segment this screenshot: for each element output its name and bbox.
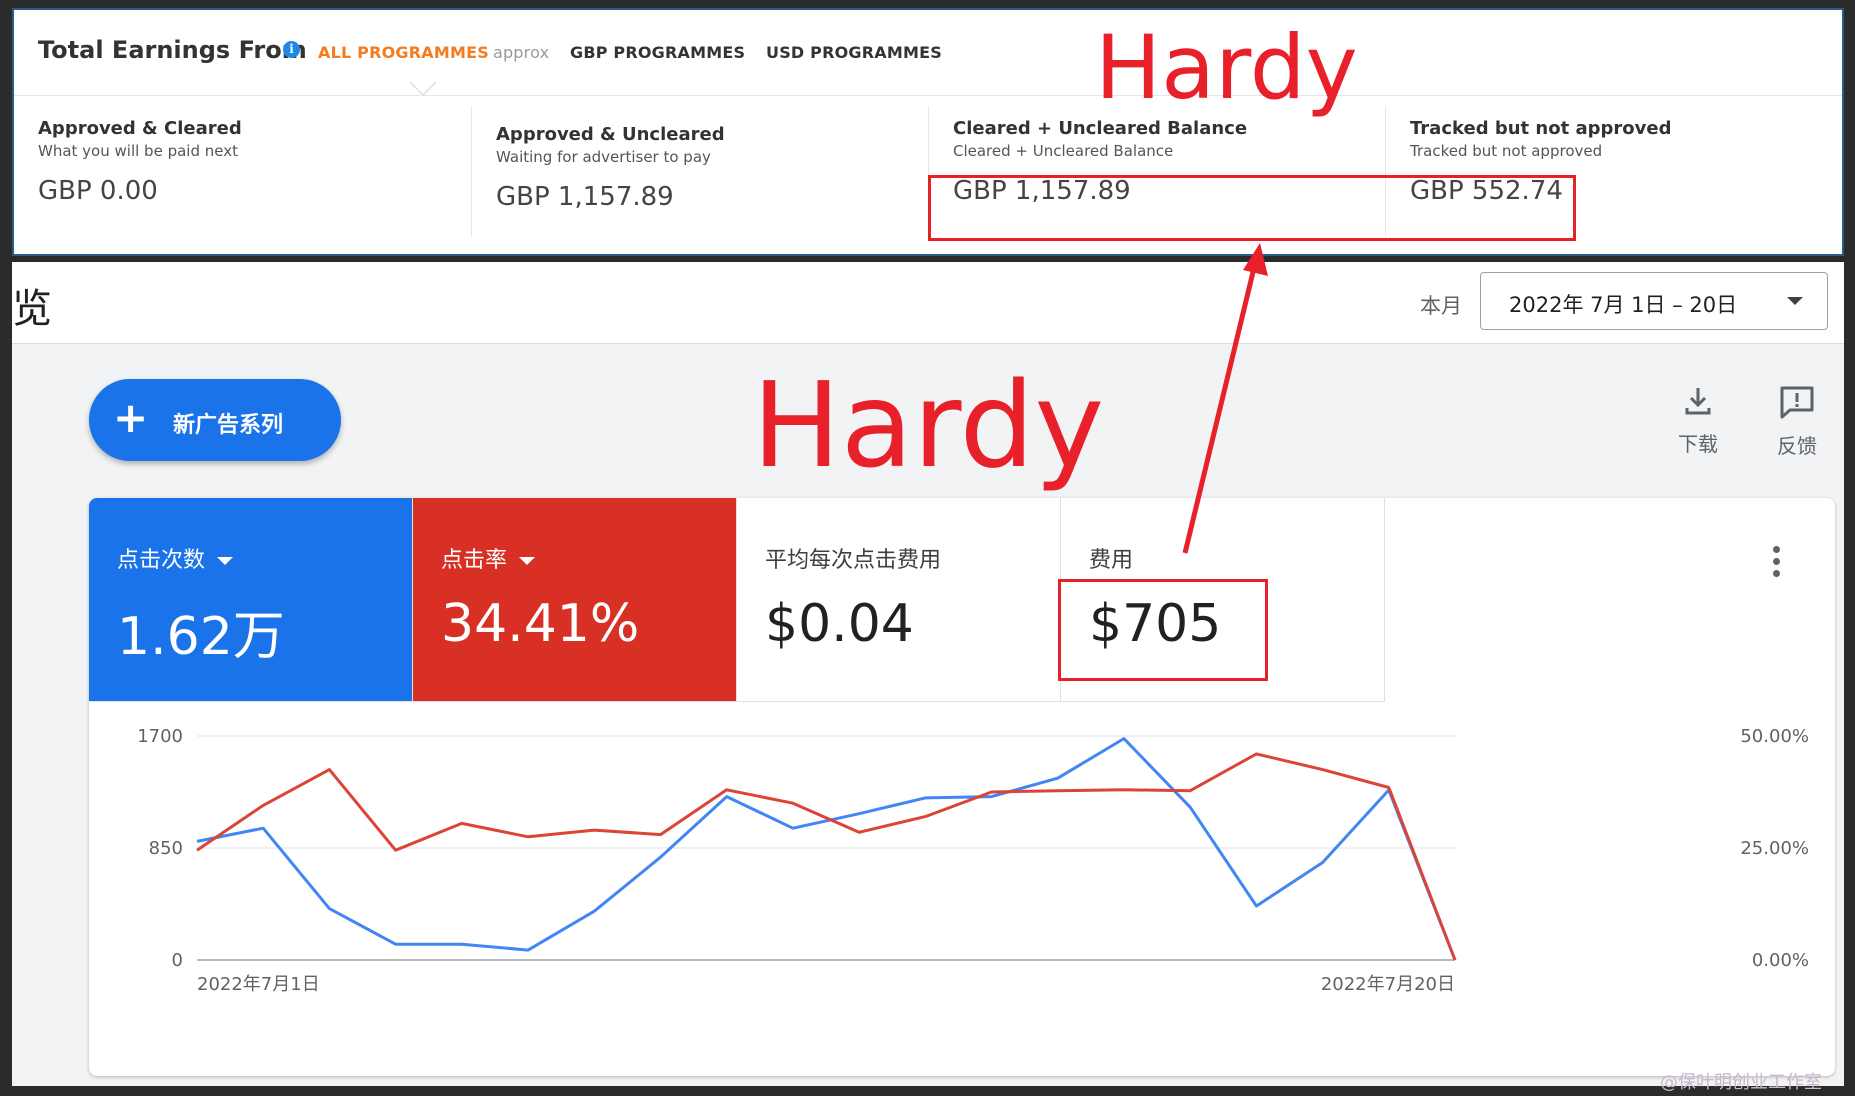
series-line-ctr: [196, 752, 1457, 961]
active-tab-caret-icon: [410, 82, 436, 96]
earnings-approved-cleared: Approved & Cleared What you will be paid…: [14, 106, 471, 236]
column-value: GBP 0.00: [38, 176, 158, 206]
annotation-label-top: Hardy: [1095, 16, 1358, 119]
metric-value: 1.62万: [117, 607, 285, 667]
column-title: Cleared + Uncleared Balance: [953, 118, 1248, 139]
earnings-title: Total Earnings From: [38, 36, 307, 64]
performance-chart: 0 850 1700 0.00% 25.00% 50.00% 2022年7月1日 2022年7…: [137, 726, 1809, 995]
metric-clicks[interactable]: 点击次数 1.62万: [89, 498, 413, 702]
y-tick-label-left: 850: [149, 838, 183, 859]
date-range-select[interactable]: 2022年 7月 1日 – 20日: [1480, 272, 1828, 330]
metric-name: 平均每次点击费用: [765, 548, 942, 573]
performance-card: 点击次数 1.62万 点击率 34.41% 平均每次点击费用 $0.04 费用 …: [89, 498, 1835, 1076]
series-line-clicks: [196, 737, 1457, 961]
y-tick-label-left: 1700: [137, 726, 183, 747]
tab-gbp-programmes[interactable]: GBP PROGRAMMES: [570, 43, 745, 62]
dropdown-icon: [519, 557, 536, 565]
highlight-box-cost: [1058, 579, 1268, 681]
date-range-value: 2022年 7月 1日 – 20日: [1509, 293, 1738, 317]
highlight-box-balance: [928, 175, 1576, 241]
info-icon[interactable]: i: [283, 41, 300, 58]
download-label: 下载: [1678, 432, 1718, 456]
metric-name-text: 点击次数: [117, 548, 206, 573]
metric-name: 点击次数: [117, 542, 234, 574]
new-campaign-button[interactable]: + 新广告系列: [89, 379, 341, 461]
dropdown-icon: [217, 557, 234, 565]
column-value: GBP 1,157.89: [496, 182, 674, 212]
chevron-down-icon: [1787, 297, 1803, 305]
y-tick-label-right: 50.00%: [1740, 726, 1809, 747]
column-subtitle: What you will be paid next: [38, 142, 238, 160]
screenshot-root: Total Earnings From i ALL PROGRAMMES appr…: [0, 0, 1855, 1096]
new-campaign-label: 新广告系列: [173, 413, 284, 438]
metric-name-text: 点击率: [441, 548, 508, 573]
tab-all-approx: approx: [492, 43, 550, 62]
metric-avg-cpc[interactable]: 平均每次点击费用 $0.04: [737, 498, 1061, 702]
column-subtitle: Cleared + Uncleared Balance: [953, 142, 1174, 160]
download-icon: [1685, 388, 1711, 415]
tab-all-programmes[interactable]: ALL PROGRAMMES approx: [318, 43, 549, 62]
column-subtitle: Waiting for advertiser to pay: [496, 148, 711, 166]
annotation-label-mid: Hardy: [752, 356, 1105, 494]
metric-ctr[interactable]: 点击率 34.41%: [413, 498, 737, 702]
download-button[interactable]: 下载: [1668, 384, 1728, 457]
y-tick-label-right: 0.00%: [1752, 950, 1809, 971]
more-options-icon[interactable]: [1773, 546, 1781, 582]
metric-value: $0.04: [765, 594, 914, 654]
column-title: Tracked but not approved: [1410, 118, 1672, 139]
feedback-label: 反馈: [1777, 434, 1817, 458]
feedback-icon: [1780, 386, 1814, 419]
ads-header: 览 本月 2022年 7月 1日 – 20日: [12, 262, 1844, 344]
x-tick-label: 2022年7月20日: [1321, 974, 1455, 995]
tab-usd-programmes[interactable]: USD PROGRAMMES: [766, 43, 942, 62]
earnings-approved-uncleared: Approved & Uncleared Waiting for adverti…: [471, 106, 928, 236]
y-tick-label-left: 0: [172, 950, 183, 971]
column-subtitle: Tracked but not approved: [1410, 142, 1603, 160]
earnings-header: Total Earnings From i ALL PROGRAMMES appr…: [14, 10, 1842, 96]
x-tick-label: 2022年7月1日: [197, 974, 320, 995]
feedback-button[interactable]: 反馈: [1767, 384, 1827, 459]
plus-icon: +: [113, 393, 149, 442]
tab-all-label: ALL PROGRAMMES: [318, 43, 489, 62]
column-title: Approved & Cleared: [38, 118, 242, 139]
metric-name: 费用: [1089, 548, 1134, 573]
page-title: 览: [12, 286, 52, 332]
metric-value: 34.41%: [441, 594, 640, 654]
watermark: @保叶明创业工作室: [1660, 1072, 1822, 1093]
metric-name: 点击率: [441, 542, 536, 574]
column-title: Approved & Uncleared: [496, 124, 725, 145]
date-range-label: 本月: [1420, 294, 1462, 318]
y-tick-label-right: 25.00%: [1740, 838, 1809, 859]
